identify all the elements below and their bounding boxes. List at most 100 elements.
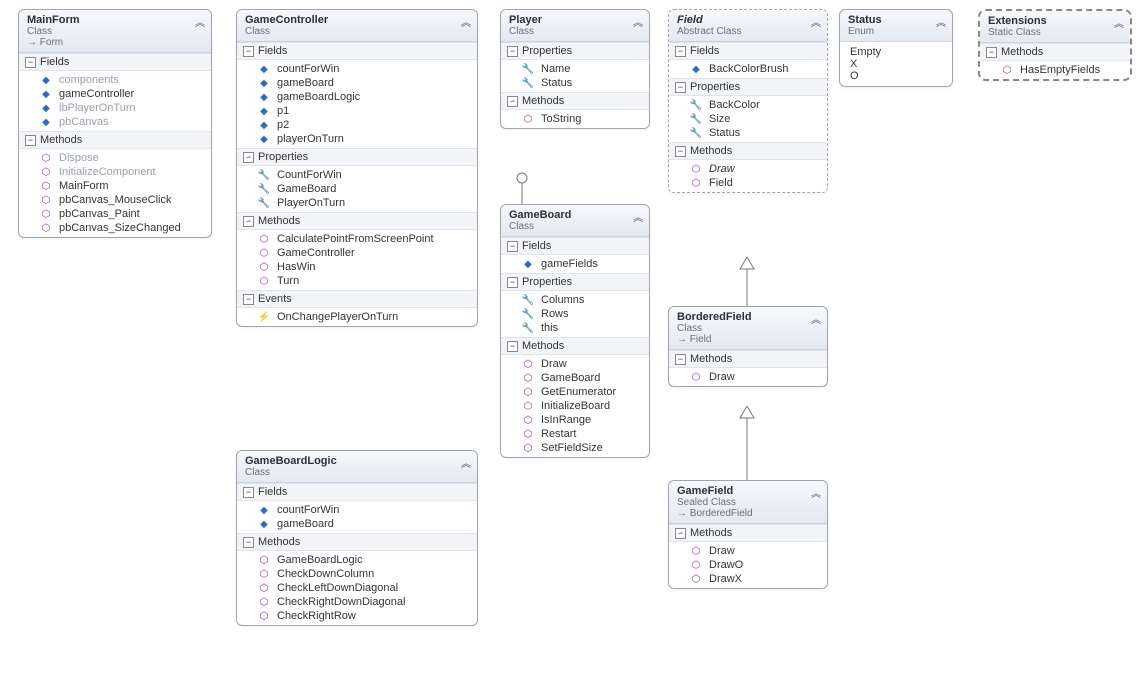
- member[interactable]: p1: [277, 105, 289, 117]
- member[interactable]: pbCanvas: [59, 116, 109, 128]
- class-gamefield[interactable]: GameField Sealed Class → BorderedField ︽…: [668, 480, 828, 589]
- member[interactable]: GameController: [277, 247, 355, 259]
- member[interactable]: ToString: [541, 113, 581, 125]
- member[interactable]: Size: [709, 113, 730, 125]
- class-player[interactable]: Player Class ︽ −Properties 🔧Name 🔧Status…: [500, 9, 650, 129]
- section-methods[interactable]: −Methods: [669, 142, 827, 160]
- header[interactable]: Status Enum ︽: [840, 10, 952, 42]
- member[interactable]: BackColorBrush: [709, 63, 788, 75]
- member[interactable]: CalculatePointFromScreenPoint: [277, 233, 434, 245]
- member[interactable]: playerOnTurn: [277, 133, 344, 145]
- section-methods[interactable]: −Methods: [501, 92, 649, 110]
- minus-icon[interactable]: −: [507, 277, 518, 288]
- section-methods[interactable]: −Methods: [19, 131, 211, 149]
- member[interactable]: OnChangePlayerOnTurn: [277, 311, 398, 323]
- member[interactable]: p2: [277, 119, 289, 131]
- minus-icon[interactable]: −: [243, 46, 254, 57]
- member[interactable]: GameBoard: [541, 372, 600, 384]
- enum-value[interactable]: O: [850, 70, 942, 82]
- member[interactable]: HasWin: [277, 261, 316, 273]
- member[interactable]: countForWin: [277, 504, 339, 516]
- member[interactable]: gameBoard: [277, 518, 334, 530]
- minus-icon[interactable]: −: [243, 216, 254, 227]
- section-properties[interactable]: −Properties: [669, 78, 827, 96]
- member[interactable]: gameBoard: [277, 77, 334, 89]
- member[interactable]: Status: [541, 77, 572, 89]
- section-events[interactable]: −Events: [237, 290, 477, 308]
- member[interactable]: InitializeBoard: [541, 400, 610, 412]
- member[interactable]: Name: [541, 63, 570, 75]
- minus-icon[interactable]: −: [675, 82, 686, 93]
- minus-icon[interactable]: −: [507, 241, 518, 252]
- member[interactable]: PlayerOnTurn: [277, 197, 345, 209]
- collapse-icon[interactable]: ︽: [461, 455, 471, 470]
- member[interactable]: IsInRange: [541, 414, 591, 426]
- collapse-icon[interactable]: ︽: [811, 485, 821, 500]
- header[interactable]: Field Abstract Class ︽: [669, 10, 827, 42]
- member[interactable]: gameFields: [541, 258, 598, 270]
- header[interactable]: Player Class ︽: [501, 10, 649, 42]
- header[interactable]: MainForm Class → Form ︽: [19, 10, 211, 53]
- header[interactable]: GameBoard Class ︽: [501, 205, 649, 237]
- enum-value[interactable]: Empty: [850, 46, 942, 58]
- header[interactable]: BorderedField Class → Field ︽: [669, 307, 827, 350]
- collapse-icon[interactable]: ︽: [811, 14, 821, 29]
- member[interactable]: Status: [709, 127, 740, 139]
- class-extensions[interactable]: Extensions Static Class ︽ −Methods ⬡HasE…: [978, 9, 1132, 81]
- minus-icon[interactable]: −: [675, 528, 686, 539]
- section-methods[interactable]: −Methods: [669, 524, 827, 542]
- member[interactable]: HasEmptyFields: [1020, 64, 1100, 76]
- member[interactable]: Turn: [277, 275, 299, 287]
- header[interactable]: Extensions Static Class ︽: [980, 11, 1130, 43]
- member[interactable]: MainForm: [59, 180, 109, 192]
- member[interactable]: Rows: [541, 308, 569, 320]
- member[interactable]: BackColor: [709, 99, 760, 111]
- collapse-icon[interactable]: ︽: [936, 14, 946, 29]
- minus-icon[interactable]: −: [507, 341, 518, 352]
- member[interactable]: DrawO: [709, 559, 743, 571]
- collapse-icon[interactable]: ︽: [811, 311, 821, 326]
- member[interactable]: Draw: [541, 358, 567, 370]
- section-methods[interactable]: −Methods: [501, 337, 649, 355]
- section-properties[interactable]: −Properties: [501, 273, 649, 291]
- member[interactable]: GetEnumerator: [541, 386, 616, 398]
- collapse-icon[interactable]: ︽: [1114, 15, 1124, 30]
- section-fields[interactable]: −Fields: [237, 483, 477, 501]
- member[interactable]: GameBoardLogic: [277, 554, 363, 566]
- section-properties[interactable]: −Properties: [237, 148, 477, 166]
- member[interactable]: Dispose: [59, 152, 99, 164]
- minus-icon[interactable]: −: [507, 96, 518, 107]
- minus-icon[interactable]: −: [25, 135, 36, 146]
- minus-icon[interactable]: −: [243, 537, 254, 548]
- collapse-icon[interactable]: ︽: [461, 14, 471, 29]
- collapse-icon[interactable]: ︽: [633, 14, 643, 29]
- section-fields[interactable]: −Fields: [501, 237, 649, 255]
- minus-icon[interactable]: −: [243, 487, 254, 498]
- class-borderedfield[interactable]: BorderedField Class → Field ︽ −Methods ⬡…: [668, 306, 828, 387]
- section-fields[interactable]: −Fields: [19, 53, 211, 71]
- member[interactable]: gameController: [59, 88, 134, 100]
- class-gameboardlogic[interactable]: GameBoardLogic Class ︽ −Fields ◆countFor…: [236, 450, 478, 626]
- member[interactable]: Columns: [541, 294, 584, 306]
- class-gameboard[interactable]: GameBoard Class ︽ −Fields ◆gameFields −P…: [500, 204, 650, 458]
- member[interactable]: this: [541, 322, 558, 334]
- class-gamecontroller[interactable]: GameController Class ︽ −Fields ◆countFor…: [236, 9, 478, 327]
- collapse-icon[interactable]: ︽: [633, 209, 643, 224]
- enum-value[interactable]: X: [850, 58, 942, 70]
- class-mainform[interactable]: MainForm Class → Form ︽ −Fields ◆compone…: [18, 9, 212, 238]
- minus-icon[interactable]: −: [675, 354, 686, 365]
- member[interactable]: Draw: [709, 371, 735, 383]
- member[interactable]: SetFieldSize: [541, 442, 603, 454]
- member[interactable]: pbCanvas_SizeChanged: [59, 222, 181, 234]
- header[interactable]: GameController Class ︽: [237, 10, 477, 42]
- header[interactable]: GameField Sealed Class → BorderedField ︽: [669, 481, 827, 524]
- member[interactable]: DrawX: [709, 573, 742, 585]
- member[interactable]: CountForWin: [277, 169, 342, 181]
- section-methods[interactable]: −Methods: [980, 43, 1130, 61]
- minus-icon[interactable]: −: [986, 47, 997, 58]
- minus-icon[interactable]: −: [25, 57, 36, 68]
- section-fields[interactable]: −Fields: [669, 42, 827, 60]
- minus-icon[interactable]: −: [507, 46, 518, 57]
- minus-icon[interactable]: −: [675, 146, 686, 157]
- member[interactable]: GameBoard: [277, 183, 336, 195]
